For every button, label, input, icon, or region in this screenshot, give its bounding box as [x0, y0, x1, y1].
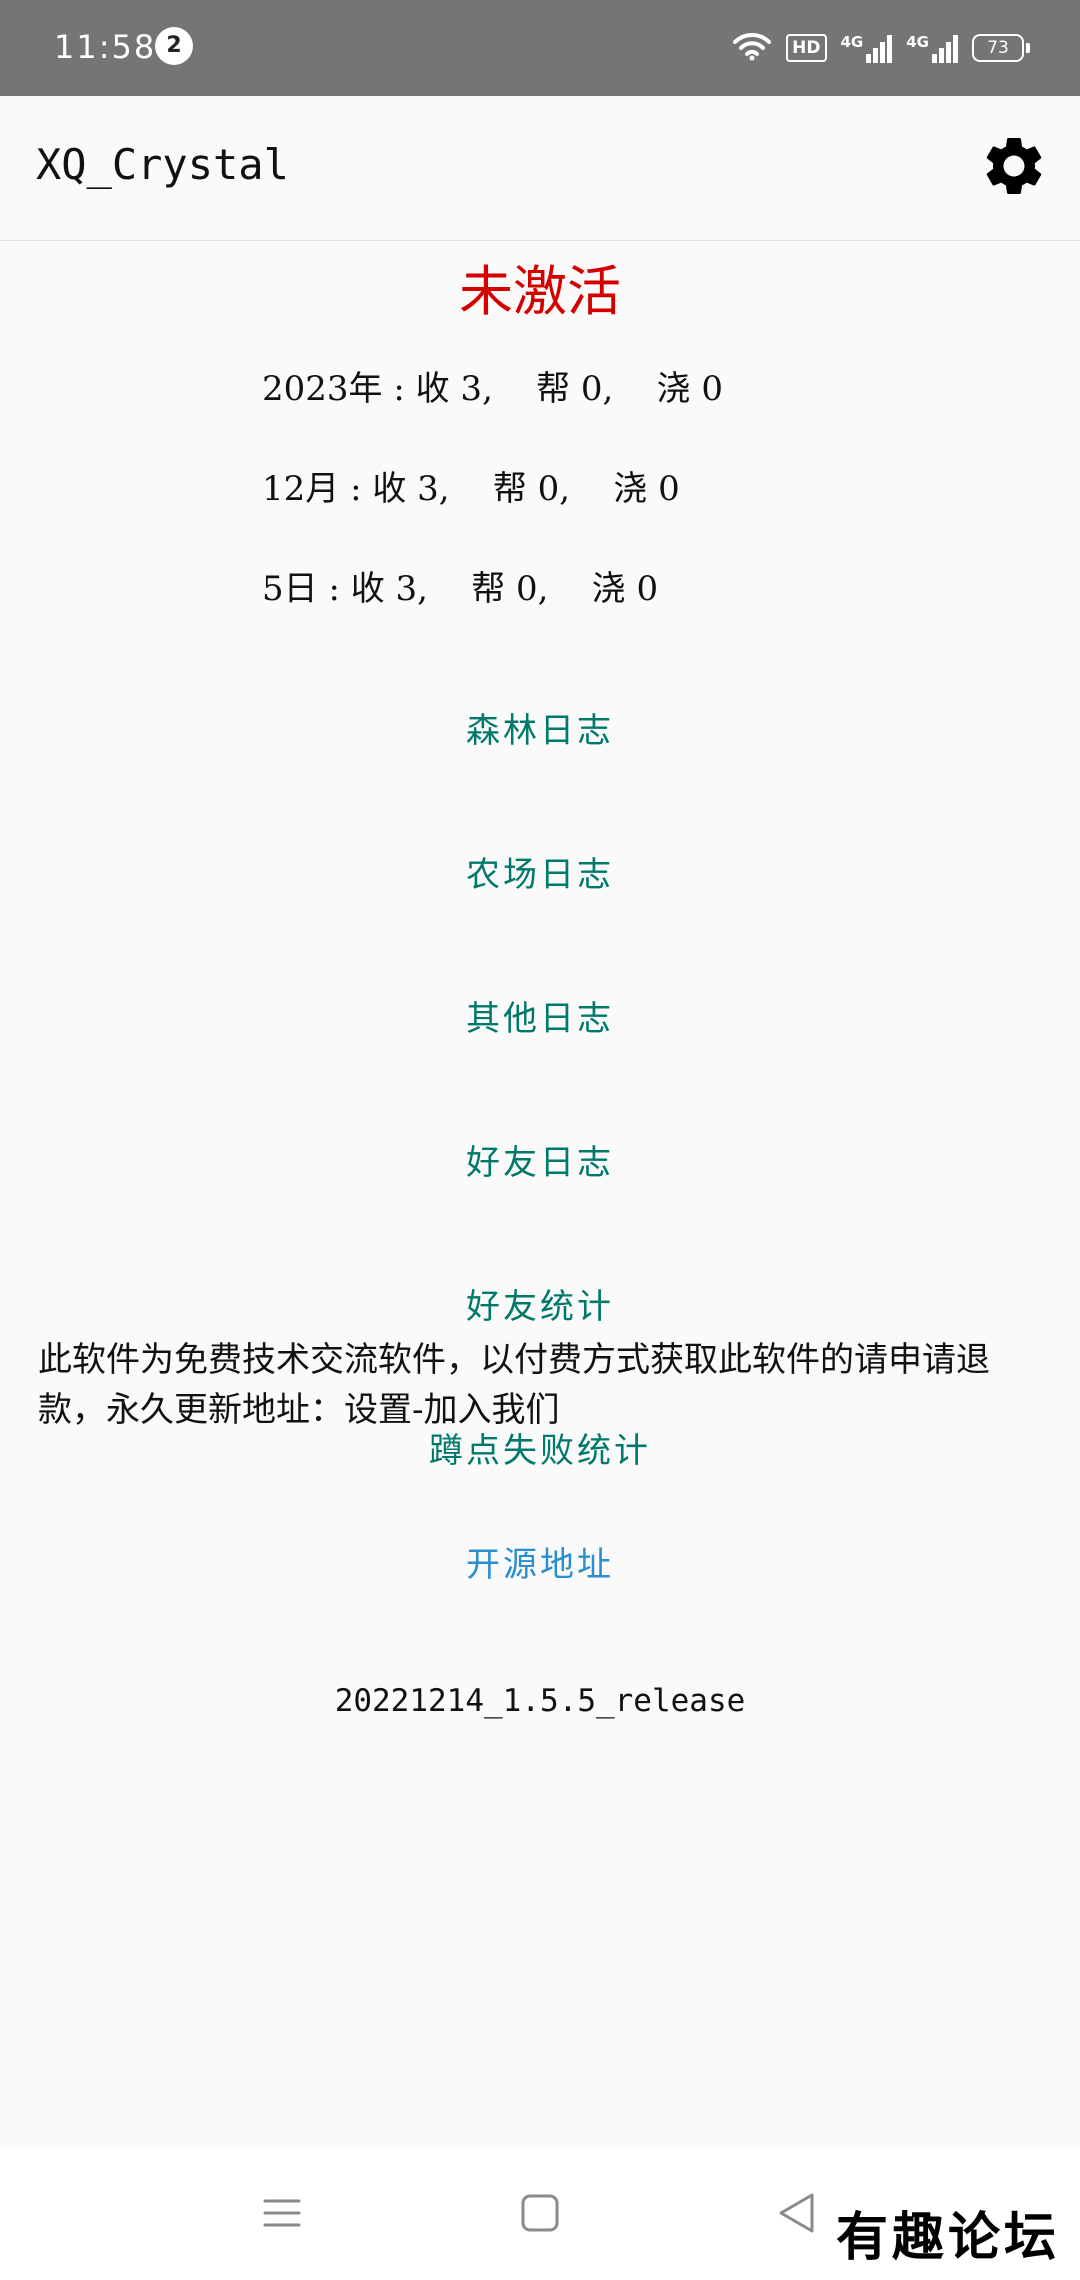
stat-water: 浇 0	[591, 569, 659, 609]
forum-watermark: 有趣论坛	[835, 2207, 1060, 2268]
back-button[interactable]	[768, 2187, 824, 2243]
stat-collect: 收 3,	[372, 469, 450, 509]
friend-stats-link[interactable]: 好友统计	[0, 1279, 1080, 1328]
status-bar: 11:58 2 HD 4G 4G 73	[0, 0, 1080, 96]
stat-water: 浇 0	[656, 369, 724, 409]
disclaimer-text: 此软件为免费技术交流软件，以付费方式获取此软件的请申请退款，永久更新地址：设置-…	[38, 1340, 990, 1430]
network-type-label: 4G	[906, 33, 929, 51]
settings-button[interactable]	[974, 128, 1054, 208]
stat-collect: 收 3,	[350, 569, 428, 609]
version-label: 20221214_1.5.5_release	[334, 1683, 746, 1719]
activation-status: 未激活	[459, 260, 621, 323]
stat-separator: :	[393, 369, 405, 409]
battery-level: 73	[972, 34, 1024, 62]
status-time: 11:58	[54, 28, 157, 66]
app-title: XQ_Crystal	[36, 140, 289, 189]
recent-apps-button[interactable]	[254, 2187, 310, 2243]
signal-icon: 4G	[841, 33, 893, 63]
wifi-icon	[732, 31, 772, 65]
stat-label: 5日	[262, 569, 318, 609]
stats-block: 2023年 : 收 3, 帮 0, 浇 0 12月 : 收 3, 帮 0, 浇 …	[262, 361, 723, 661]
gear-icon	[979, 131, 1049, 205]
stat-help: 帮 0,	[471, 569, 549, 609]
home-button[interactable]	[512, 2187, 568, 2243]
stat-label: 2023年	[262, 369, 383, 409]
status-icons: HD 4G 4G 73	[732, 26, 1030, 70]
stat-row-day: 5日 : 收 3, 帮 0, 浇 0	[262, 561, 723, 661]
signal-icon: 4G	[906, 33, 958, 63]
open-source-link[interactable]: 开源地址	[0, 1537, 1080, 1586]
back-icon	[776, 2191, 816, 2239]
hd-voice-icon: HD	[786, 34, 827, 62]
stat-row-month: 12月 : 收 3, 帮 0, 浇 0	[262, 461, 723, 561]
forest-log-link[interactable]: 森林日志	[0, 703, 1080, 752]
stat-label: 12月	[262, 469, 340, 509]
friend-log-link[interactable]: 好友日志	[0, 1135, 1080, 1184]
stat-separator: :	[328, 569, 340, 609]
battery-icon: 73	[972, 34, 1030, 62]
menu-icon	[262, 2193, 302, 2237]
stat-help: 帮 0,	[536, 369, 614, 409]
home-icon	[520, 2193, 560, 2237]
other-log-link[interactable]: 其他日志	[0, 991, 1080, 1040]
notification-badge: 2	[155, 27, 193, 65]
stat-help: 帮 0,	[492, 469, 571, 509]
stat-collect: 收 3,	[415, 369, 493, 409]
stat-water: 浇 0	[613, 469, 680, 509]
stat-row-year: 2023年 : 收 3, 帮 0, 浇 0	[262, 361, 723, 461]
farm-log-link[interactable]: 农场日志	[0, 847, 1080, 896]
app-bar: XQ_Crystal	[0, 96, 1080, 241]
network-type-label: 4G	[840, 33, 864, 51]
stat-separator: :	[350, 469, 362, 509]
